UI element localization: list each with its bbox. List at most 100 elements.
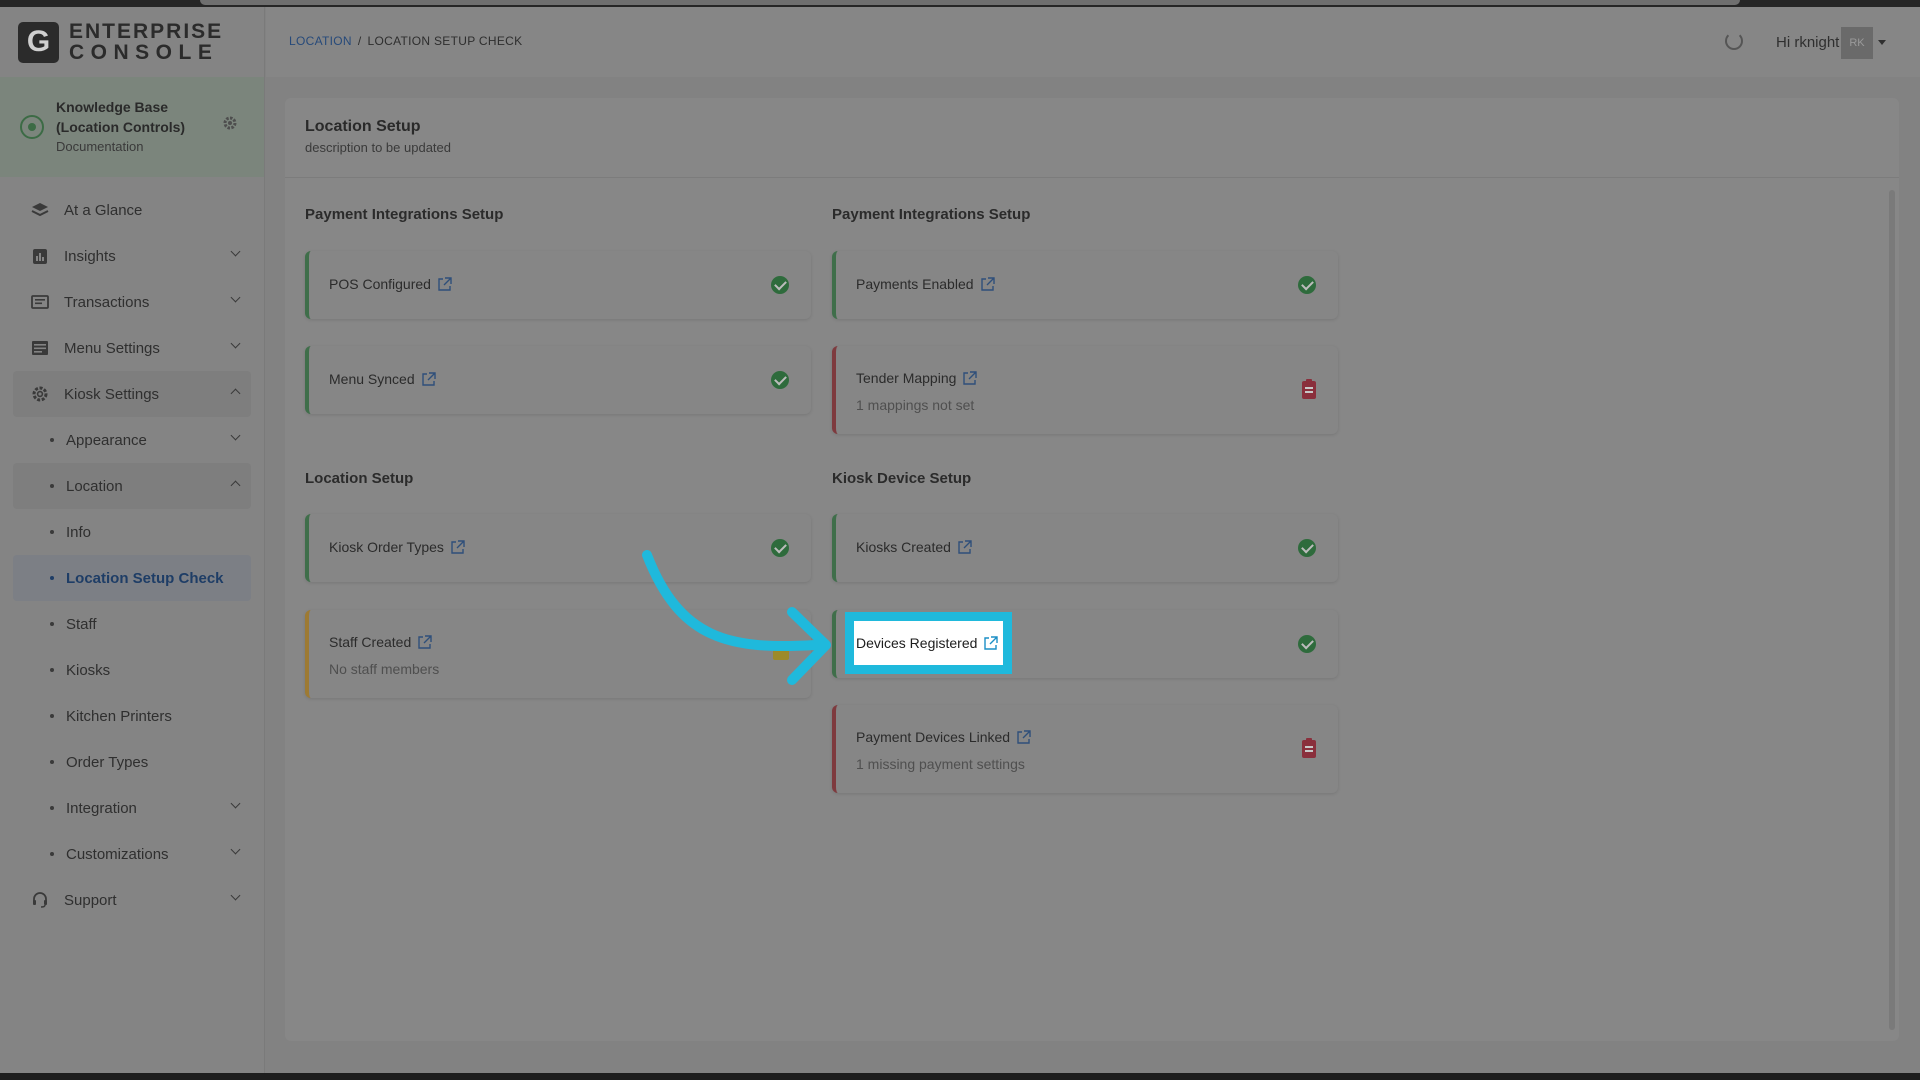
external-link-icon[interactable] — [450, 539, 465, 555]
card-label: Kiosks Created — [856, 539, 951, 555]
chevron-down-icon — [230, 798, 241, 809]
scrollbar[interactable] — [1889, 190, 1895, 1030]
check-circle-icon — [771, 276, 789, 294]
sidebar-item-label: Menu Settings — [64, 339, 160, 357]
main-panel: Location Setup description to be updated… — [285, 98, 1899, 1041]
top-header: LOCATION / LOCATION SETUP CHECK Hi rknight… — [266, 7, 1920, 77]
external-link-icon[interactable] — [437, 276, 452, 292]
sidebar-item-label: Transactions — [64, 293, 150, 311]
card-detail: 1 missing payment settings — [856, 756, 1025, 772]
logo-mark: G — [18, 21, 59, 63]
sidebar-subitem-appearance[interactable]: Appearance — [13, 417, 251, 463]
sidebar-subitem-label: Info — [66, 523, 92, 541]
external-link-icon[interactable] — [983, 635, 999, 651]
breadcrumb-separator: / — [357, 34, 362, 48]
org-selector[interactable]: Knowledge Base (Location Controls) Docum… — [0, 77, 264, 177]
gear-icon — [29, 385, 51, 403]
external-link-icon[interactable] — [417, 634, 432, 650]
card-label: Menu Synced — [329, 371, 415, 387]
card-pos-configured: POS Configured — [305, 251, 811, 319]
panel-header: Location Setup description to be updated — [285, 98, 1899, 178]
external-link-icon[interactable] — [957, 539, 972, 555]
chevron-down-icon — [230, 338, 241, 349]
sidebar-item-kiosk-settings[interactable]: Kiosk Settings — [13, 371, 251, 417]
logo-text: ENTERPRISE CONSOLE — [69, 21, 223, 63]
sidebar-subitem-integration[interactable]: Integration — [13, 785, 251, 831]
sidebar-subitem-label: Integration — [66, 799, 137, 817]
refresh-icon[interactable] — [1725, 32, 1743, 50]
avatar[interactable]: RK — [1841, 27, 1873, 59]
chart-icon — [29, 247, 51, 265]
breadcrumb-location-link[interactable]: LOCATION — [289, 34, 352, 48]
highlight-devices-registered[interactable]: Devices Registered — [845, 612, 1012, 674]
sidebar: G ENTERPRISE CONSOLE Knowledge Base (Loc… — [0, 7, 265, 1073]
card-payments-enabled: Payments Enabled — [832, 251, 1338, 319]
logo-text-line2: CONSOLE — [69, 41, 219, 64]
sidebar-item-transactions[interactable]: Transactions — [13, 279, 251, 325]
sidebar-nav: At a Glance Insights Transactions Menu S… — [0, 177, 264, 923]
location-pin-icon — [20, 115, 44, 139]
chevron-down-icon — [230, 890, 241, 901]
card-kiosks-created: Kiosks Created — [832, 514, 1338, 582]
chevron-down-icon — [230, 246, 241, 257]
sidebar-item-menu-settings[interactable]: Menu Settings — [13, 325, 251, 371]
card-label: Staff Created — [329, 634, 412, 650]
sidebar-subitem-customizations[interactable]: Customizations — [13, 831, 251, 877]
breadcrumb-current: LOCATION SETUP CHECK — [367, 34, 523, 48]
check-circle-icon — [1298, 276, 1316, 294]
sidebar-item-at-a-glance[interactable]: At a Glance — [13, 187, 251, 233]
logo[interactable]: G ENTERPRISE CONSOLE — [0, 7, 264, 77]
sidebar-subitem-kiosks[interactable]: Kiosks — [13, 647, 251, 693]
sidebar-subitem-location[interactable]: Location — [13, 463, 251, 509]
sidebar-item-insights[interactable]: Insights — [13, 233, 251, 279]
org-gear-icon[interactable] — [222, 115, 238, 136]
org-title: Knowledge Base (Location Controls) — [56, 99, 186, 135]
window-bottom-strip — [0, 1073, 1920, 1080]
sidebar-subitem-label: Staff — [66, 615, 97, 633]
card-detail: 1 mappings not set — [856, 397, 975, 413]
sidebar-subitem-order-types[interactable]: Order Types — [13, 739, 251, 785]
check-circle-icon — [1298, 635, 1316, 653]
check-circle-icon — [771, 539, 789, 557]
card-label: Kiosk Order Types — [329, 539, 444, 555]
sidebar-subitem-kitchen-printers[interactable]: Kitchen Printers — [13, 693, 251, 739]
chevron-down-icon — [230, 844, 241, 855]
devices-registered-label: Devices Registered — [856, 635, 978, 651]
chevron-down-icon — [230, 430, 241, 441]
window-top-bar — [200, 0, 1740, 5]
caret-down-icon[interactable] — [1878, 40, 1886, 45]
section-title-kiosk-device-setup: Kiosk Device Setup — [832, 470, 972, 487]
logo-text-line1: ENTERPRISE — [69, 20, 224, 43]
chevron-up-icon — [230, 480, 241, 491]
card-label: POS Configured — [329, 276, 431, 292]
sidebar-subitem-info[interactable]: Info — [13, 509, 251, 555]
sidebar-subitem-label: Order Types — [66, 753, 149, 771]
user-greeting[interactable]: Hi rknight — [1776, 34, 1839, 51]
page-title: Location Setup — [305, 118, 421, 135]
org-subtitle: Documentation — [56, 139, 144, 154]
card-detail: No staff members — [329, 661, 440, 677]
section-title-left-top: Payment Integrations Setup — [305, 206, 504, 223]
sidebar-subitem-location-setup-check[interactable]: Location Setup Check — [13, 555, 251, 601]
sidebar-item-label: At a Glance — [64, 201, 143, 219]
sidebar-subitem-label: Kiosks — [66, 661, 111, 679]
sidebar-subitem-staff[interactable]: Staff — [13, 601, 251, 647]
clipboard-alert-icon — [1302, 379, 1316, 399]
card-payment-devices-linked: Payment Devices Linked 1 missing payment… — [832, 705, 1338, 793]
external-link-icon[interactable] — [980, 276, 995, 292]
sidebar-item-support[interactable]: Support — [13, 877, 251, 923]
card-label: Payment Devices Linked — [856, 729, 1011, 745]
breadcrumb: LOCATION / LOCATION SETUP CHECK — [289, 34, 522, 48]
external-link-icon[interactable] — [962, 370, 978, 386]
chevron-up-icon — [230, 388, 241, 399]
card-label: Payments Enabled — [856, 276, 974, 292]
sidebar-subitem-label: Location — [66, 477, 123, 495]
sidebar-item-label: Support — [64, 891, 117, 909]
check-circle-icon — [1298, 539, 1316, 557]
external-link-icon[interactable] — [1016, 729, 1031, 745]
sidebar-subitem-label: Customizations — [66, 845, 169, 863]
card-menu-synced: Menu Synced — [305, 346, 811, 414]
section-title-right-top: Payment Integrations Setup — [832, 206, 1031, 223]
external-link-icon[interactable] — [421, 371, 436, 387]
layers-icon — [29, 201, 51, 219]
